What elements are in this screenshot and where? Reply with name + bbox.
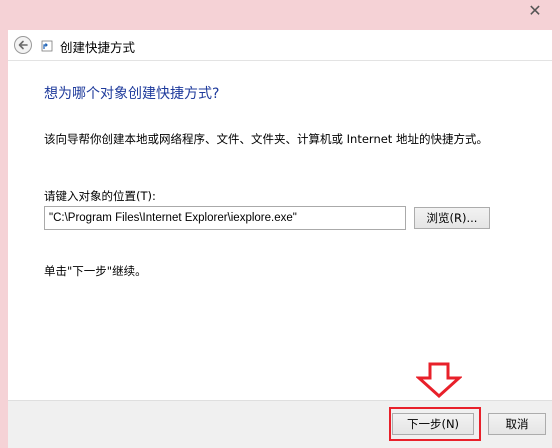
wizard-header: 创建快捷方式	[8, 30, 552, 60]
location-label: 请键入对象的位置(T):	[44, 189, 156, 203]
window-frame-top: ✕	[0, 0, 560, 30]
browse-button[interactable]: 浏览(R)...	[414, 207, 490, 229]
continue-hint: 单击"下一步"继续。	[44, 264, 147, 278]
cancel-button[interactable]: 取消	[488, 413, 546, 435]
down-arrow-annotation-icon	[416, 362, 462, 398]
back-arrow-icon	[18, 40, 28, 50]
wizard-content: 想为哪个对象创建快捷方式? 该向导帮你创建本地或网络程序、文件、文件夹、计算机或…	[8, 60, 552, 400]
back-button[interactable]	[14, 36, 32, 54]
window-frame-right	[552, 30, 560, 448]
close-icon[interactable]: ✕	[524, 0, 546, 24]
window-frame-left	[0, 30, 8, 448]
next-button[interactable]: 下一步(N)	[392, 413, 474, 435]
location-input[interactable]	[44, 206, 406, 230]
shortcut-icon	[41, 40, 53, 52]
wizard-footer: 下一步(N) 取消	[8, 400, 552, 448]
page-description: 该向导帮你创建本地或网络程序、文件、文件夹、计算机或 Internet 地址的快…	[44, 132, 488, 146]
wizard-title: 创建快捷方式	[60, 40, 136, 55]
page-heading: 想为哪个对象创建快捷方式?	[44, 86, 220, 102]
